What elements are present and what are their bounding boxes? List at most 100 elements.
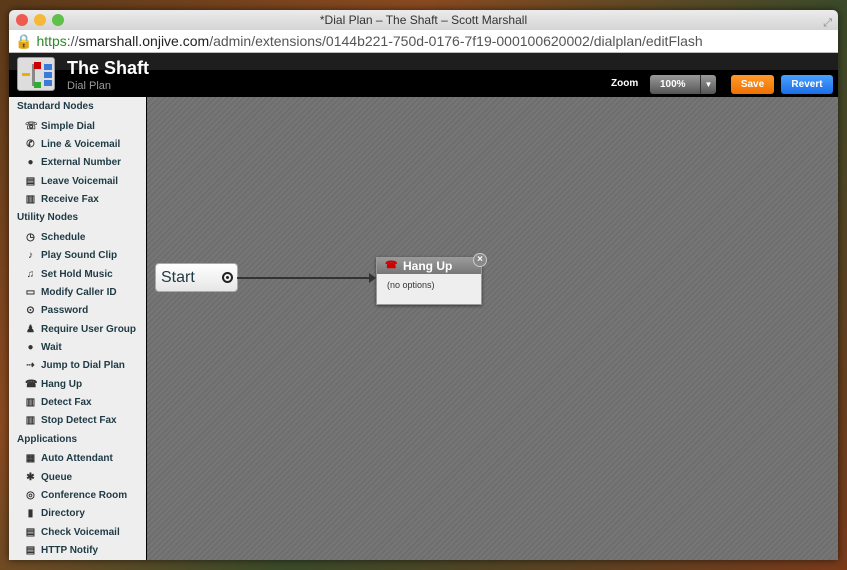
palette-item-simple-dial[interactable]: ☏ Simple Dial [9, 117, 146, 135]
queue-icon: ✱ [26, 471, 35, 483]
palette-item-label: Detect Fax [41, 396, 92, 408]
palette-item-leave-voicemail[interactable]: ▤ Leave Voicemail [9, 172, 146, 190]
palette-item-label: Hang Up [41, 378, 83, 390]
palette-item-password[interactable]: ⊙ Password [9, 302, 146, 320]
palette-item-require-user-group[interactable]: ♟ Require User Group [9, 320, 146, 338]
fax-icon: ▥ [25, 193, 36, 205]
palette-item-directory[interactable]: ▮ Directory [9, 505, 146, 523]
node-options: (no options) [387, 280, 435, 290]
section-header: Standard Nodes [17, 101, 94, 112]
app-title: The Shaft [67, 58, 150, 78]
zoom-window-button[interactable] [52, 14, 64, 26]
zoom-label: Zoom [611, 78, 639, 89]
palette-item-label: Conference Room [41, 489, 128, 501]
palette-item-play-sound-clip[interactable]: ♪ Play Sound Clip [9, 247, 146, 265]
palette-item-external-number[interactable]: ● External Number [9, 154, 146, 172]
window-title: *Dial Plan – The Shaft – Scott Marshall [319, 13, 528, 27]
palette-item-label: Simple Dial [41, 120, 95, 132]
palette-item-check-voicemail[interactable]: ▤ Check Voicemail [9, 523, 146, 541]
caller-id-icon: ▭ [25, 287, 36, 299]
palette-item-modify-caller-id[interactable]: ▭ Modify Caller ID [9, 283, 146, 301]
zoom-select[interactable]: 100% ▼ [650, 75, 716, 94]
phone-icon: ☏ [25, 120, 38, 132]
browser-window: *Dial Plan – The Shaft – Scott Marshall … [9, 10, 838, 560]
palette-item-label: Auto Attendant [41, 453, 113, 465]
palette-item-label: Schedule [41, 232, 86, 244]
music-icon: ♫ [26, 268, 35, 280]
palette-item-label: Play Sound Clip [41, 250, 118, 262]
palette-item-conference-room[interactable]: ◎ Conference Room [9, 486, 146, 504]
palette-item-label: Receive Fax [41, 193, 99, 205]
remove-node-button[interactable]: × [473, 253, 487, 267]
palette-item-queue[interactable]: ✱ Queue [9, 468, 146, 486]
start-node[interactable]: Start [155, 263, 238, 292]
arrow-icon [369, 273, 376, 283]
section-header: Applications [17, 433, 78, 445]
palette-item-label: Password [41, 305, 89, 317]
zoom-value: 100% [660, 79, 686, 90]
palette-item-label: Modify Caller ID [41, 287, 117, 299]
jump-icon: ⇢ [26, 360, 35, 372]
title-bar: *Dial Plan – The Shaft – Scott Marshall … [9, 10, 838, 30]
palette-item-label: Check Voicemail [41, 526, 120, 538]
palette-item-detect-fax[interactable]: ▥ Detect Fax [9, 393, 146, 411]
directory-icon: ▮ [27, 508, 34, 520]
revert-button[interactable]: Revert [781, 75, 833, 94]
palette-item-label: External Number [41, 157, 122, 169]
hang-up-icon: ☎ [25, 378, 38, 390]
palette-item-wait[interactable]: ● Wait [9, 338, 146, 356]
palette-item-label: Set Hold Music [41, 268, 113, 280]
palette-item-receive-fax[interactable]: ▥ Receive Fax [9, 190, 146, 208]
chevron-down-icon: ▼ [700, 75, 716, 94]
node-palette: Standard Nodes ☏ Simple Dial ✆ Line & Voicem… [9, 97, 146, 560]
url-host: smarshall.onjive.com [78, 33, 210, 49]
auto-attendant-icon: ▦ [25, 453, 36, 465]
palette-item-hang-up[interactable]: ☎ Hang Up [9, 375, 146, 393]
output-connector-icon[interactable] [222, 272, 233, 283]
palette-item-label: Stop Detect Fax [41, 415, 117, 427]
palette-item-jump-to-dial-plan[interactable]: ⇢ Jump to Dial Plan [9, 357, 146, 375]
palette-item-schedule[interactable]: ◷ Schedule [9, 228, 146, 246]
dial-plan-canvas[interactable]: Start ☎ Hang Up (no options) × [147, 97, 838, 560]
node-header[interactable]: ☎ Hang Up [377, 258, 481, 274]
palette-item-label: HTTP Notify [41, 544, 99, 556]
connection-line [237, 277, 372, 279]
sound-icon: ♪ [28, 250, 33, 262]
node-title: Hang Up [403, 259, 453, 273]
fax-icon: ▥ [25, 415, 36, 427]
palette-item-http-notify[interactable]: ▤ HTTP Notify [9, 541, 146, 559]
app-subtitle: Dial Plan [67, 80, 112, 92]
lock-icon: 🔒 [15, 33, 33, 49]
address-bar[interactable]: 🔒 https://smarshall.onjive.com/admin/exte… [9, 30, 838, 53]
palette-item-label: Jump to Dial Plan [41, 360, 125, 372]
app-header: The Shaft Dial Plan Zoom 100% ▼ Save Reve… [9, 53, 838, 97]
palette-item-label: Require User Group [41, 323, 137, 335]
close-window-button[interactable] [16, 14, 28, 26]
bomb-timer-icon: ● [27, 341, 34, 353]
palette-item-line-voicemail[interactable]: ✆ Line & Voicemail [9, 135, 146, 153]
minimize-window-button[interactable] [34, 14, 46, 26]
save-button[interactable]: Save [731, 75, 774, 94]
http-icon: ▤ [25, 544, 36, 556]
url-path: /admin/extensions/0144b221-750d-0176-7f1… [209, 33, 703, 49]
url-sep: :// [66, 33, 79, 49]
palette-item-stop-detect-fax[interactable]: ▥ Stop Detect Fax [9, 411, 146, 429]
palette-item-label: Wait [41, 341, 62, 353]
voicemail-icon: ▤ [25, 526, 36, 538]
palette-item-label: Directory [41, 508, 85, 520]
lock-icon: ⊙ [26, 305, 35, 317]
user-group-icon: ♟ [26, 323, 35, 335]
palette-item-set-hold-music[interactable]: ♫ Set Hold Music [9, 265, 146, 283]
clock-icon: ◷ [26, 232, 35, 244]
palette-item-auto-attendant[interactable]: ▦ Auto Attendant [9, 450, 146, 468]
start-label: Start [161, 269, 195, 286]
fullscreen-icon[interactable]: ⤢ [823, 13, 832, 33]
conference-icon: ◎ [26, 489, 35, 501]
palette-item-label: Queue [41, 471, 73, 483]
palette-item-label: Leave Voicemail [41, 175, 119, 187]
hang-up-node[interactable]: ☎ Hang Up (no options) [376, 257, 482, 305]
external-number-icon: ● [27, 157, 34, 169]
hang-up-icon: ☎ [385, 260, 398, 271]
section-header: Utility Nodes [17, 212, 79, 224]
line-voicemail-icon: ✆ [26, 138, 35, 150]
